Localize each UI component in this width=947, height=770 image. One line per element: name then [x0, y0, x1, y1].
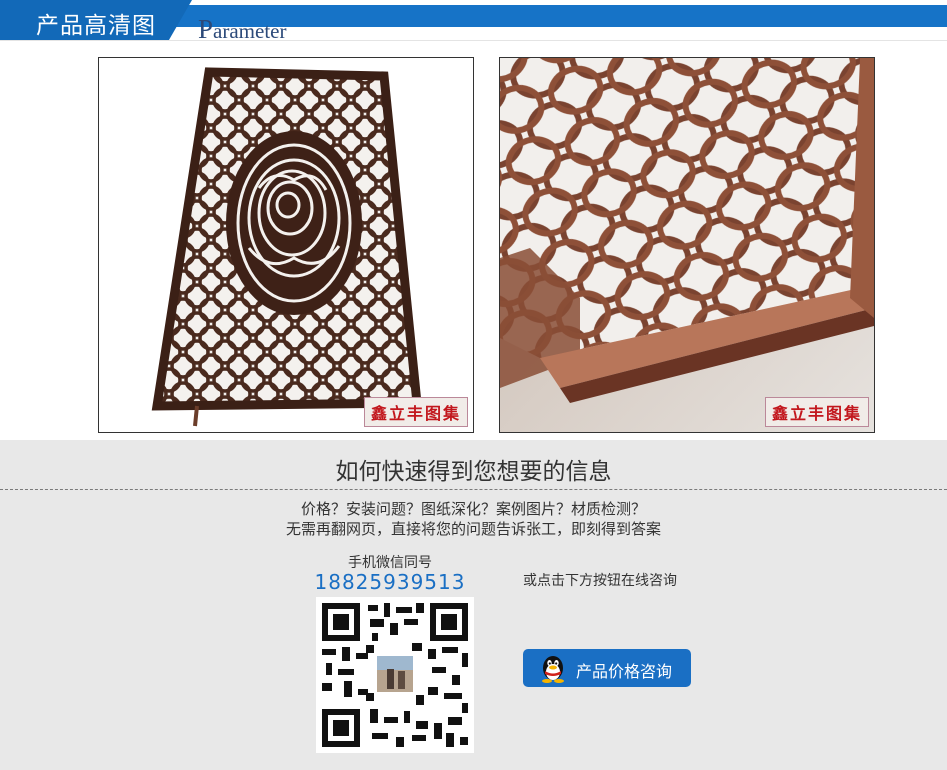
- watermark-badge: 鑫立丰图集: [764, 397, 869, 427]
- section-header: 产品高清图 Parameter: [0, 0, 947, 44]
- online-consult-hint: 或点击下方按钮在线咨询: [523, 573, 677, 589]
- wechat-label: 手机微信同号: [348, 555, 432, 571]
- phone-number: 18825939513: [314, 570, 466, 594]
- product-photo-detail: 鑫立丰图集: [499, 57, 875, 433]
- contact-prompt-line: 无需再翻网页，直接将您的问题告诉张工，即刻得到答案: [285, 520, 661, 538]
- screen-panel-illustration: [151, 67, 422, 427]
- price-consult-label: 产品价格咨询: [576, 662, 673, 681]
- dashed-divider: [0, 489, 947, 490]
- qr-code-graphic: [316, 597, 474, 753]
- price-consult-button[interactable]: 产品价格咨询: [523, 649, 691, 687]
- qr-code-icon: [316, 597, 474, 753]
- contact-heading: 如何快速得到您想要的信息: [335, 459, 612, 485]
- product-photo-full: 鑫立丰图集: [98, 57, 474, 433]
- qq-penguin-icon: [542, 656, 564, 683]
- page-title: 产品高清图: [36, 13, 156, 39]
- contact-section: 如何快速得到您想要的信息 价格？安装问题？图纸深化？案例图片？材质检测？ 无需再…: [0, 440, 947, 770]
- screen-closeup-illustration: [500, 58, 874, 432]
- faq-line: 价格？安装问题？图纸深化？案例图片？材质检测？: [300, 500, 646, 518]
- watermark-badge: 鑫立丰图集: [363, 397, 468, 427]
- header-divider: [0, 40, 947, 41]
